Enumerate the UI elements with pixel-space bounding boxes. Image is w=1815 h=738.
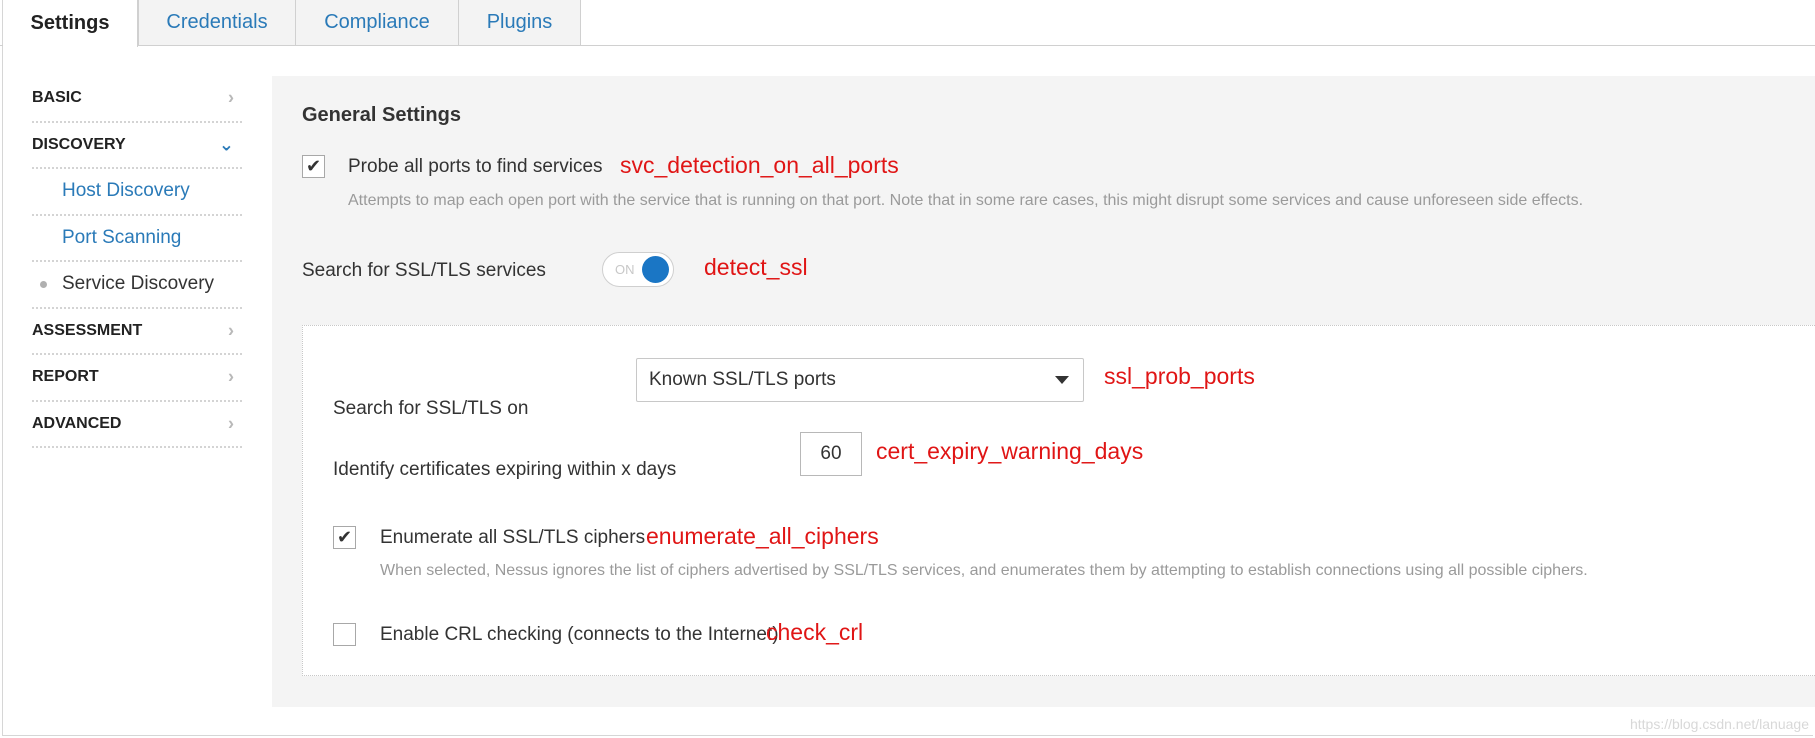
sidebar-item-label: Port Scanning bbox=[62, 226, 182, 248]
chevron-right-icon: › bbox=[228, 366, 234, 387]
enumerate-ciphers-label: Enumerate all SSL/TLS ciphers bbox=[380, 527, 646, 548]
probe-all-ports-label: Probe all ports to find services bbox=[348, 156, 603, 177]
search-ssl-annotation: detect_ssl bbox=[704, 254, 808, 280]
probe-all-ports-checkbox[interactable]: ✔ bbox=[302, 155, 325, 178]
tab-compliance[interactable]: Compliance bbox=[295, 0, 459, 46]
ssl-ports-annotation: ssl_prob_ports bbox=[1104, 363, 1255, 389]
sidebar-item-service-discovery[interactable]: Service Discovery bbox=[32, 262, 242, 309]
ssl-ports-select-value: Known SSL/TLS ports bbox=[649, 369, 836, 390]
tab-bar: Settings Credentials Compliance Plugins bbox=[0, 0, 1815, 47]
chevron-right-icon: › bbox=[228, 413, 234, 434]
sidebar-item-port-scanning[interactable]: Port Scanning bbox=[32, 216, 242, 262]
sidebar-item-basic[interactable]: BASIC › bbox=[32, 76, 242, 123]
cert-expiry-annotation: cert_expiry_warning_days bbox=[876, 438, 1144, 464]
sidebar-item-label: ADVANCED bbox=[32, 414, 122, 432]
sidebar-item-label: DISCOVERY bbox=[32, 135, 126, 153]
current-item-bullet-icon bbox=[40, 281, 47, 289]
toggle-state-text: ON bbox=[615, 262, 635, 277]
watermark: https://blog.csdn.net/lanuage bbox=[1629, 716, 1809, 732]
chevron-down-icon: ⌄ bbox=[218, 134, 234, 155]
tab-settings[interactable]: Settings bbox=[3, 0, 138, 47]
search-ssl-toggle[interactable]: ON bbox=[602, 252, 674, 287]
sidebar-item-label: REPORT bbox=[32, 368, 99, 386]
cert-expiry-days-input[interactable]: 60 bbox=[800, 432, 862, 476]
settings-sidebar: BASIC › DISCOVERY ⌄ Host Discovery Port … bbox=[32, 76, 242, 448]
section-title: General Settings bbox=[302, 104, 461, 126]
sidebar-item-label: ASSESSMENT bbox=[32, 321, 143, 339]
probe-all-ports-annotation: svc_detection_on_all_ports bbox=[620, 152, 899, 178]
ssl-ports-select[interactable]: Known SSL/TLS ports bbox=[636, 358, 1084, 402]
chevron-right-icon: › bbox=[228, 87, 234, 108]
enumerate-ciphers-annotation: enumerate_all_ciphers bbox=[646, 523, 879, 549]
toggle-knob bbox=[642, 256, 669, 283]
tab-plugins[interactable]: Plugins bbox=[458, 0, 581, 46]
sidebar-item-label: Service Discovery bbox=[62, 273, 215, 295]
sidebar-item-discovery[interactable]: DISCOVERY ⌄ bbox=[32, 123, 242, 169]
crl-check-label: Enable CRL checking (connects to the Int… bbox=[380, 624, 779, 645]
enumerate-ciphers-checkbox[interactable]: ✔ bbox=[333, 526, 356, 549]
checkmark-icon: ✔ bbox=[336, 527, 353, 547]
caret-down-icon bbox=[1055, 376, 1069, 384]
cert-expiry-label: Identify certificates expiring within x … bbox=[333, 459, 677, 480]
sidebar-item-assessment[interactable]: ASSESSMENT › bbox=[32, 309, 242, 355]
enumerate-ciphers-description: When selected, Nessus ignores the list o… bbox=[380, 562, 1588, 579]
ssl-search-on-label: Search for SSL/TLS on bbox=[333, 398, 529, 419]
sidebar-item-label: Host Discovery bbox=[62, 180, 190, 202]
checkmark-icon: ✔ bbox=[305, 156, 322, 176]
crl-check-checkbox[interactable] bbox=[333, 623, 356, 646]
sidebar-item-advanced[interactable]: ADVANCED › bbox=[32, 402, 242, 448]
search-ssl-label: Search for SSL/TLS services bbox=[302, 260, 546, 281]
probe-all-ports-description: Attempts to map each open port with the … bbox=[348, 192, 1584, 209]
chevron-right-icon: › bbox=[228, 320, 234, 341]
sidebar-item-report[interactable]: REPORT › bbox=[32, 355, 242, 402]
tab-credentials[interactable]: Credentials bbox=[138, 0, 296, 46]
sidebar-item-host-discovery[interactable]: Host Discovery bbox=[32, 169, 242, 216]
crl-check-annotation: check_crl bbox=[766, 619, 864, 645]
sidebar-item-label: BASIC bbox=[32, 89, 82, 107]
